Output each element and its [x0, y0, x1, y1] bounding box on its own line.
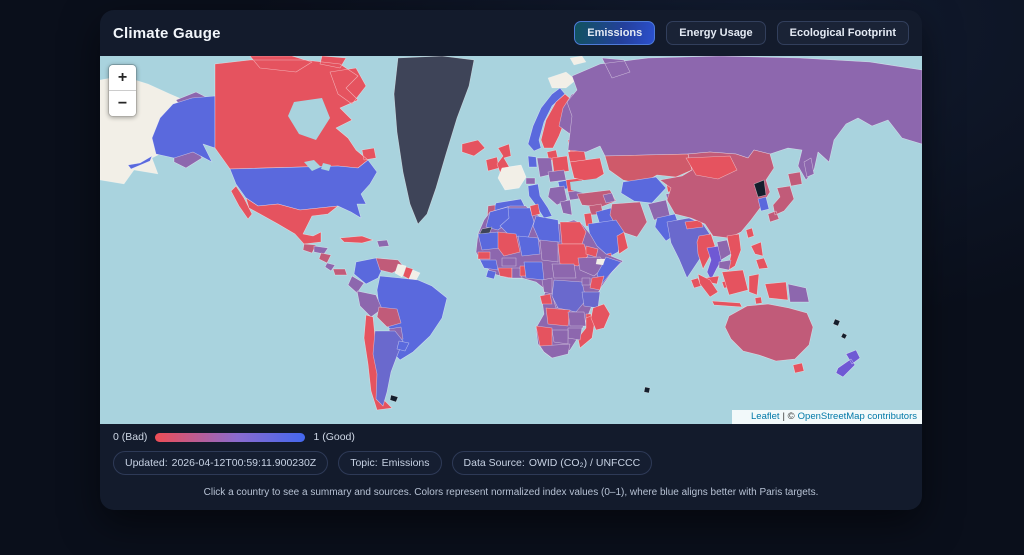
map-attribution: Leaflet | © OpenStreetMap contributors — [732, 410, 922, 424]
data-source-badge: Data Source: OWID (CO₂) / UNFCCC — [452, 451, 653, 475]
country-switzerland[interactable] — [526, 178, 535, 184]
leaflet-link[interactable]: Leaflet — [751, 411, 780, 422]
footer-note: Click a country to see a summary and sou… — [113, 487, 909, 498]
color-legend: 0 (Bad) 1 (Good) — [113, 431, 909, 443]
country-gabon[interactable] — [540, 294, 552, 304]
map-zoom-control: + − — [108, 64, 137, 117]
country-tanzania[interactable] — [582, 292, 600, 308]
country-botswana[interactable] — [552, 330, 568, 344]
country-egypt[interactable] — [560, 222, 586, 244]
country-indonesia-moluccas[interactable] — [755, 297, 762, 304]
tab-energy-usage[interactable]: Energy Usage — [666, 21, 765, 45]
updated-badge: Updated: 2026-04-12T00:59:11.900230Z — [113, 451, 328, 475]
tab-emissions[interactable]: Emissions — [574, 21, 655, 45]
country-chad[interactable] — [540, 240, 558, 262]
country-central-african-republic[interactable] — [552, 264, 576, 278]
country-mauritius[interactable] — [644, 387, 650, 393]
world-choropleth-map[interactable]: + − Leaflet | © OpenStreetMap contributo… — [100, 56, 922, 424]
country-niger[interactable] — [518, 236, 540, 256]
country-tunisia[interactable] — [530, 204, 540, 216]
country-indonesia-sulawesi[interactable] — [749, 274, 759, 295]
updated-value: 2026-04-12T00:59:11.900230Z — [172, 457, 317, 469]
meta-badges: Updated: 2026-04-12T00:59:11.900230Z Top… — [113, 451, 909, 475]
tab-ecological-footprint[interactable]: Ecological Footprint — [777, 21, 909, 45]
updated-label: Updated: — [125, 457, 168, 469]
topic-tabs: Emissions Energy Usage Ecological Footpr… — [574, 21, 909, 45]
country-angola[interactable] — [546, 308, 570, 326]
data-source-label: Data Source: — [464, 457, 525, 469]
data-source-value: OWID (CO₂) / UNFCCC — [529, 457, 640, 469]
legend-max-label: 1 (Good) — [313, 431, 354, 443]
ukraine-flag-icon — [737, 413, 748, 421]
country-benelux[interactable] — [528, 156, 537, 167]
attribution-separator: | © — [783, 411, 795, 422]
country-nigeria[interactable] — [524, 262, 544, 280]
app-card: Climate Gauge Emissions Energy Usage Eco… — [100, 10, 922, 510]
country-sierra-leone[interactable] — [486, 270, 496, 279]
zoom-in-button[interactable]: + — [109, 65, 136, 90]
country-zambia[interactable] — [568, 312, 586, 326]
legend-gradient-bar — [155, 433, 305, 442]
app-header: Climate Gauge Emissions Energy Usage Eco… — [100, 10, 922, 56]
osm-link[interactable]: OpenStreetMap contributors — [798, 411, 917, 422]
country-austria-czechia[interactable] — [548, 170, 566, 182]
country-panama[interactable] — [333, 269, 347, 275]
country-australia-tasmania[interactable] — [793, 363, 804, 373]
legend-min-label: 0 (Bad) — [113, 431, 147, 443]
zoom-out-button[interactable]: − — [109, 90, 136, 116]
country-mauritania[interactable] — [478, 232, 500, 250]
country-burkina-faso[interactable] — [502, 258, 516, 266]
country-uganda[interactable] — [582, 278, 590, 285]
page-title: Climate Gauge — [113, 25, 221, 42]
bottom-panel: 0 (Bad) 1 (Good) Updated: 2026-04-12T00:… — [100, 424, 922, 498]
map-svg[interactable] — [100, 56, 922, 424]
topic-label: Topic: — [350, 457, 377, 469]
country-zimbabwe[interactable] — [568, 328, 582, 340]
topic-badge: Topic: Emissions — [338, 451, 441, 475]
country-hispaniola[interactable] — [377, 240, 389, 247]
country-senegal[interactable] — [478, 252, 490, 259]
topic-value: Emissions — [382, 457, 430, 469]
country-cambodia[interactable] — [719, 260, 731, 270]
